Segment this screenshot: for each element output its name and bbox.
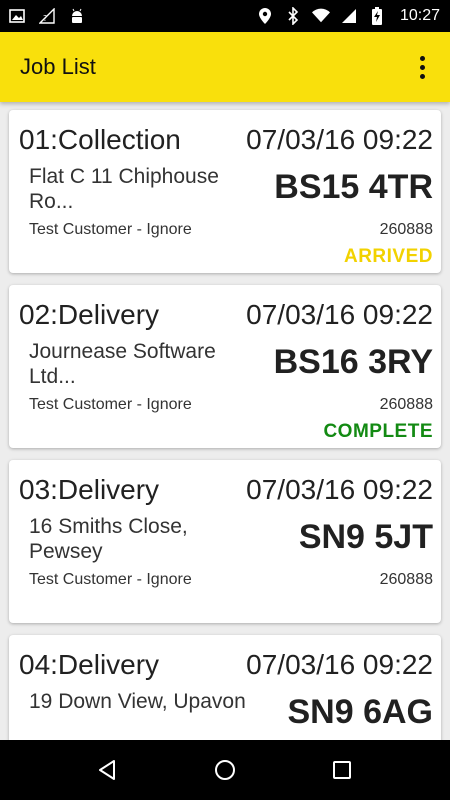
job-ref: 260888 — [379, 571, 433, 588]
job-customer: Test Customer - Ignore — [29, 571, 192, 588]
job-card[interactable]: 02:Delivery 07/03/16 09:22 Journease Sof… — [9, 285, 441, 448]
job-datetime: 07/03/16 09:22 — [246, 124, 433, 155]
back-icon[interactable] — [88, 750, 128, 790]
job-customer: Test Customer - Ignore — [29, 396, 192, 413]
job-address: 16 Smiths Close, Pewsey — [29, 515, 188, 563]
status-bar-left: ? — [8, 7, 86, 25]
job-card[interactable]: 03:Delivery 07/03/16 09:22 16 Smiths Clo… — [9, 460, 441, 623]
job-postcode: SN9 5JT — [298, 518, 433, 556]
mobile-signal-icon — [340, 7, 358, 25]
job-address: Flat C 11 Chiphouse Ro... — [29, 165, 219, 213]
job-datetime: 07/03/16 09:22 — [246, 649, 433, 680]
page-title: Job List — [20, 54, 96, 79]
job-title: 04:Delivery — [19, 649, 160, 680]
job-address: 19 Down View, Upavon — [29, 690, 246, 713]
status-time: 10:27 — [399, 7, 440, 24]
job-postcode: BS16 3RY — [273, 343, 433, 381]
app-bar: Job List — [0, 32, 450, 102]
job-title: 01:Collection — [19, 124, 181, 155]
job-title: 03:Delivery — [19, 474, 160, 505]
bluetooth-icon — [284, 7, 302, 25]
job-title: 02:Delivery — [19, 299, 160, 330]
svg-text:?: ? — [43, 14, 47, 23]
job-card[interactable]: 01:Collection 07/03/16 09:22 Flat C 11 C… — [9, 110, 441, 273]
home-icon[interactable] — [205, 750, 245, 790]
battery-charging-icon — [368, 7, 386, 25]
recents-icon[interactable] — [322, 750, 362, 790]
job-ref: 260888 — [379, 396, 433, 413]
job-customer: Test Customer - Ignore — [29, 221, 192, 238]
job-postcode: BS15 4TR — [274, 168, 433, 206]
image-icon — [8, 7, 26, 25]
job-postcode: SN9 6AG — [287, 693, 434, 731]
job-datetime: 07/03/16 09:22 — [246, 299, 433, 330]
navigation-bar — [0, 740, 450, 800]
job-ref: 260888 — [379, 221, 433, 238]
job-datetime: 07/03/16 09:22 — [246, 474, 433, 505]
more-vert-icon[interactable] — [410, 49, 434, 85]
job-address: Journease Software Ltd... — [29, 340, 216, 388]
location-icon — [256, 7, 274, 25]
android-icon — [68, 7, 86, 25]
status-bar: ? 10:27 — [0, 0, 450, 32]
job-status-arrived: ARRIVED — [343, 246, 433, 267]
job-card[interactable]: 04:Delivery 07/03/16 09:22 19 Down View,… — [9, 635, 441, 740]
signal-off-icon: ? — [38, 7, 56, 25]
wifi-icon — [311, 7, 330, 25]
status-bar-right: 10:27 — [256, 7, 440, 25]
job-list[interactable]: 01:Collection 07/03/16 09:22 Flat C 11 C… — [0, 102, 450, 740]
job-status-complete: COMPLETE — [323, 421, 433, 442]
